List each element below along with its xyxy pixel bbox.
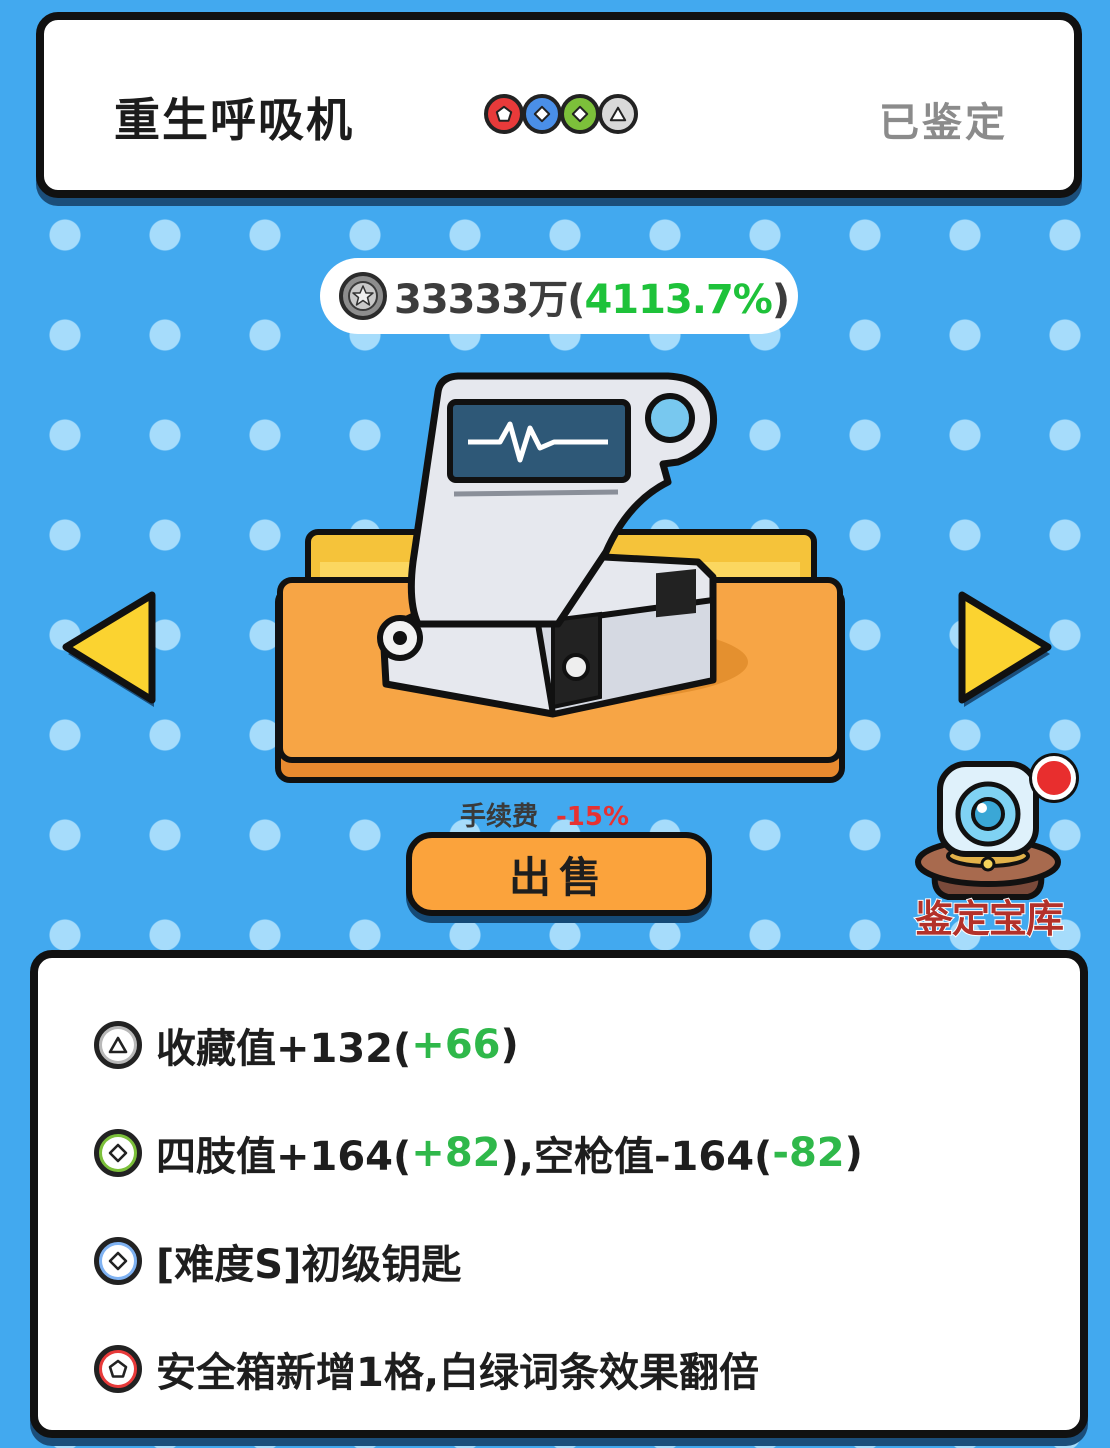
effect-text: 四肢值+164( (156, 1134, 412, 1180)
diamond-icon (522, 94, 562, 134)
effect-text: ),空枪值-164( (500, 1134, 773, 1180)
vault-label: 鉴定宝库 (914, 896, 1065, 942)
diamond-icon (94, 1129, 142, 1177)
effect-row: 四肢值+164(+82),空枪值-164(-82) (94, 1124, 863, 1182)
effect-bonus: +82 (411, 1130, 501, 1176)
effect-bonus: +66 (411, 1022, 501, 1068)
item-name: 重生呼吸机 (114, 93, 354, 147)
arrow-right-icon[interactable] (950, 585, 1060, 710)
effect-text: ) (500, 1022, 519, 1068)
effect-text: ) (844, 1130, 863, 1176)
triangle-icon (598, 94, 638, 134)
effect-row: 安全箱新增1格,白绿词条效果翻倍 (94, 1340, 759, 1398)
price-percent: 4113.7% (584, 277, 772, 323)
identified-status: 已鉴定 (879, 100, 1008, 146)
effect-row: [难度S]初级钥匙 (94, 1232, 461, 1290)
rarity-icons (484, 94, 638, 134)
price-value: 33333万 (394, 277, 568, 323)
effect-row: 收藏值+132(+66) (94, 1016, 519, 1074)
ventilator-machine-icon (275, 372, 845, 783)
fee-row: 手续费 -15% (460, 796, 629, 833)
price-text: 33333万(4113.7%) (394, 267, 790, 325)
pentagon-icon (94, 1345, 142, 1393)
effects-panel: 收藏值+132(+66) 四肢值+164(+82),空枪值-164(-82) [… (30, 950, 1088, 1438)
price-pill: 33333万(4113.7%) (320, 258, 798, 334)
price-paren-open: ( (567, 277, 585, 323)
pentagon-icon (484, 94, 524, 134)
fee-value: -15% (556, 802, 630, 832)
triangle-icon (94, 1021, 142, 1069)
effect-bonus: -82 (772, 1130, 845, 1176)
arrow-left-icon[interactable] (54, 585, 164, 710)
effect-text: [难度S]初级钥匙 (156, 1242, 462, 1288)
silver-coin-icon (339, 272, 387, 320)
appraisal-vault-button[interactable]: 鉴定宝库 (894, 752, 1084, 942)
price-paren-close: ) (771, 277, 790, 323)
fee-label: 手续费 (460, 802, 539, 832)
effect-text: 收藏值+132( (156, 1026, 412, 1072)
notification-dot (1032, 756, 1076, 800)
diamond-icon (94, 1237, 142, 1285)
item-header-panel: 重生呼吸机 已鉴定 (36, 12, 1082, 198)
effect-text: 安全箱新增1格,白绿词条效果翻倍 (156, 1350, 760, 1396)
sell-button[interactable]: 出售 (406, 832, 712, 916)
diamond-icon (560, 94, 600, 134)
